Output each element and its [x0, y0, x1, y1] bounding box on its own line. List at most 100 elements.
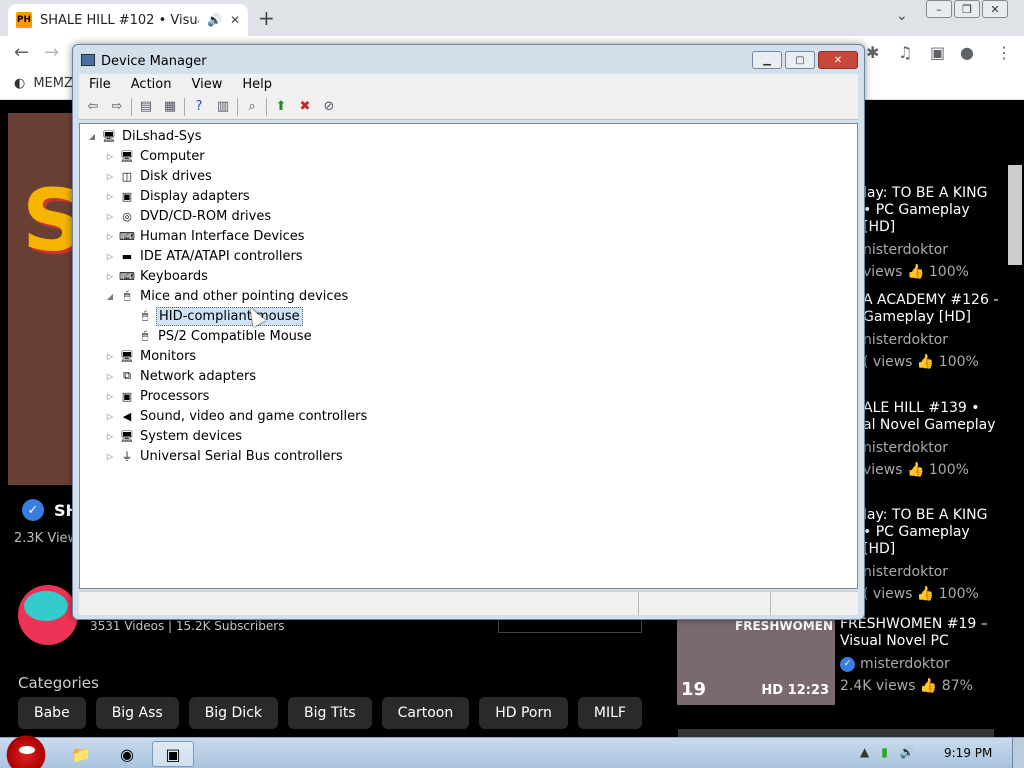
category-chip[interactable]: MILF: [577, 697, 642, 729]
expand-icon[interactable]: ▷: [104, 452, 116, 461]
mouse-icon: 🖱: [141, 309, 149, 322]
channel-avatar[interactable]: [18, 585, 78, 645]
battery-icon[interactable]: ▮: [881, 745, 888, 759]
menu-action[interactable]: Action: [121, 74, 182, 94]
related-video[interactable]: lay: TO BE A KING • PC Gameplay [HD] nis…: [863, 185, 1003, 280]
close-button[interactable]: ✕: [818, 51, 858, 69]
properties-icon[interactable]: ▦: [160, 98, 180, 116]
collapse-icon[interactable]: ◢: [86, 132, 98, 141]
collapse-icon[interactable]: ◢: [104, 292, 116, 301]
show-hide-tree-icon[interactable]: ▤: [136, 98, 156, 116]
view-icon[interactable]: ▥: [213, 98, 233, 116]
volume-icon[interactable]: 🔊: [900, 745, 915, 759]
tree-category[interactable]: ▷ ▣ Processors: [104, 386, 211, 406]
category-chip[interactable]: Cartoon: [381, 697, 470, 729]
related-title: A ACADEMY #126 - Gameplay [HD]: [863, 292, 999, 325]
menu-file[interactable]: File: [79, 74, 121, 94]
tree-category[interactable]: ▷ 🖥 Monitors: [104, 346, 198, 366]
tree-category[interactable]: ▷ ⏚ Universal Serial Bus controllers: [104, 446, 345, 466]
maximize-button[interactable]: ▢: [785, 51, 815, 69]
bookmark-item[interactable]: ◐ MEMZ: [14, 76, 73, 91]
show-desktop-button[interactable]: [1012, 738, 1024, 768]
expand-icon[interactable]: ▷: [104, 272, 116, 281]
menu-view[interactable]: View: [181, 74, 232, 94]
featured-info[interactable]: FRESHWOMEN #19 – Visual Novel PC ✓ mister…: [840, 616, 1020, 694]
expand-icon[interactable]: ▷: [104, 412, 116, 421]
tree-device-selected[interactable]: 🖱 HID-compliant mouse: [134, 306, 303, 326]
window-titlebar[interactable]: Device Manager ▁ ▢ ✕: [73, 45, 864, 75]
restore-icon[interactable]: ❐: [954, 0, 980, 18]
tree-category[interactable]: ▷ ◎ DVD/CD-ROM drives: [104, 206, 273, 226]
tree-device[interactable]: 🖱 PS/2 Compatible Mouse: [134, 326, 314, 346]
minimize-button[interactable]: ▁: [752, 51, 782, 69]
expand-icon[interactable]: ▷: [104, 212, 116, 221]
start-button[interactable]: [4, 732, 48, 768]
category-chip[interactable]: Babe: [18, 697, 86, 729]
scan-hardware-icon[interactable]: ⌕: [242, 98, 262, 116]
extensions-icon[interactable]: ✱: [866, 43, 879, 62]
category-chip[interactable]: Big Dick: [188, 697, 278, 729]
chrome-icon[interactable]: ◉: [106, 741, 148, 767]
back-icon[interactable]: ←: [14, 42, 29, 63]
status-bar: [79, 591, 858, 615]
forward-arrow-icon[interactable]: ⇨: [107, 98, 127, 116]
category-chip[interactable]: Big Tits: [288, 697, 372, 729]
tree-category-expanded[interactable]: ◢ 🖱 Mice and other pointing devices: [104, 286, 350, 306]
clock[interactable]: 9:19 PM: [944, 746, 992, 760]
featured-thumbnail[interactable]: FRESHWOMEN 19 HD 12:23: [677, 619, 835, 705]
category-label: Computer: [140, 148, 205, 164]
menu-icon[interactable]: ⋮: [996, 43, 1012, 62]
close-tab-icon[interactable]: ✕: [230, 13, 240, 27]
browser-tab[interactable]: PH SHALE HILL #102 • Visual 🔊 ✕: [8, 4, 248, 36]
help-icon[interactable]: ?: [189, 98, 209, 116]
sidepanel-icon[interactable]: ▣: [930, 43, 945, 62]
tree-category[interactable]: ▷ ◫ Disk drives: [104, 166, 214, 186]
related-video[interactable]: ALE HILL #139 • al Novel Gameplay nister…: [863, 400, 1003, 478]
forward-icon[interactable]: →: [44, 42, 59, 63]
related-video[interactable]: A ACADEMY #126 - Gameplay [HD] nisterdok…: [863, 292, 1003, 370]
close-icon[interactable]: ✕: [982, 0, 1008, 18]
disable-device-icon[interactable]: ⊘: [319, 98, 339, 116]
expand-icon[interactable]: ▷: [104, 232, 116, 241]
category-chip[interactable]: Big Ass: [95, 697, 179, 729]
expand-icon[interactable]: ▷: [104, 192, 116, 201]
thumbnail-duration: HD 12:23: [761, 683, 829, 698]
tree-category[interactable]: ▷ ⧉ Network adapters: [104, 366, 258, 386]
new-tab-icon[interactable]: +: [258, 6, 275, 30]
speaker-icon[interactable]: 🔊: [207, 13, 222, 27]
related-video[interactable]: lay: TO BE A KING • PC Gameplay [HD] nis…: [863, 507, 1003, 602]
expand-icon[interactable]: ▷: [104, 392, 116, 401]
category-chip[interactable]: HD Porn: [479, 697, 568, 729]
video-player[interactable]: S: [8, 113, 76, 485]
menu-help[interactable]: Help: [232, 74, 282, 94]
page-scrollbar[interactable]: [1008, 165, 1022, 265]
tree-category[interactable]: ▷ ▬ IDE ATA/ATAPI controllers: [104, 246, 305, 266]
tree-category[interactable]: ▷ 🖥 Computer: [104, 146, 207, 166]
tree-category[interactable]: ▷ ⌨ Human Interface Devices: [104, 226, 307, 246]
explorer-icon[interactable]: 📁: [60, 741, 102, 767]
minimize-icon[interactable]: –: [926, 0, 952, 18]
rating-text: 100%: [938, 354, 979, 370]
show-hidden-icons-icon[interactable]: ▲: [860, 745, 869, 759]
expand-icon[interactable]: ▷: [104, 252, 116, 261]
expand-icon[interactable]: ▷: [104, 152, 116, 161]
back-arrow-icon[interactable]: ⇦: [83, 98, 103, 116]
update-driver-icon[interactable]: ⬆: [271, 98, 291, 116]
related-views: views 👍 100%: [863, 264, 1003, 280]
profile-icon[interactable]: ●: [960, 43, 974, 62]
expand-icon[interactable]: ▷: [104, 372, 116, 381]
related-title: lay: TO BE A KING • PC Gameplay [HD]: [863, 507, 988, 557]
media-icon[interactable]: ♫: [898, 43, 912, 62]
tree-category[interactable]: ▷ ▣ Display adapters: [104, 186, 252, 206]
expand-icon[interactable]: ▷: [104, 432, 116, 441]
window-toolbar: ⇦ ⇨ ▤ ▦ ? ▥ ⌕ ⬆ ✖ ⊘: [79, 94, 858, 120]
tree-category[interactable]: ▷ ◀ Sound, video and game controllers: [104, 406, 369, 426]
chevron-down-icon[interactable]: ⌄: [896, 8, 908, 24]
device-manager-task-icon[interactable]: ▣: [152, 741, 194, 767]
uninstall-icon[interactable]: ✖: [295, 98, 315, 116]
expand-icon[interactable]: ▷: [104, 172, 116, 181]
tree-category[interactable]: ▷ ⌨ Keyboards: [104, 266, 210, 286]
tree-root[interactable]: ◢ 🖥 DiLshad-Sys: [86, 126, 204, 146]
tree-category[interactable]: ▷ 🖥 System devices: [104, 426, 244, 446]
expand-icon[interactable]: ▷: [104, 352, 116, 361]
